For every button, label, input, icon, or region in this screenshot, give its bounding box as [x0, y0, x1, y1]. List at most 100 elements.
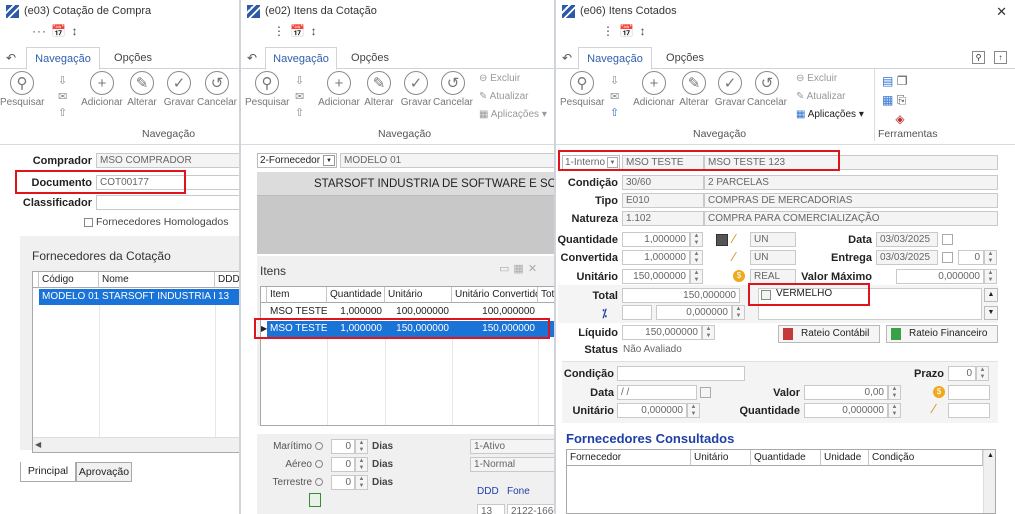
cancelar-button[interactable]: ↺ Cancelar	[195, 71, 239, 108]
excluir-button[interactable]: ⊖ Excluir	[796, 73, 837, 84]
maritimo-days[interactable]: 0	[331, 439, 355, 454]
delete-icon[interactable]: ✕	[528, 263, 541, 275]
adicionar-button[interactable]: + Adicionar	[317, 71, 361, 108]
condicao-desc-field[interactable]: 2 PARCELAS	[704, 175, 998, 190]
col-total[interactable]: Tota	[538, 287, 554, 303]
adicionar-button[interactable]: + Adicionar	[80, 71, 124, 108]
rateio-financeiro-button[interactable]: Rateio Financeiro	[886, 325, 998, 343]
tab-opcoes[interactable]: Opções	[100, 47, 166, 69]
grid-tool-icon[interactable]: ▤	[882, 74, 893, 88]
valor-field[interactable]: 0,00	[804, 385, 888, 400]
col-unitario-convertido[interactable]: Unitário Convertido	[452, 287, 538, 303]
col-condicao[interactable]: Condição	[869, 450, 983, 466]
valor-maximo-field[interactable]: 0,000000	[896, 269, 984, 284]
spinner-icon[interactable]: ▲ ▼	[690, 269, 703, 284]
spinner-icon[interactable]: ▲ ▼	[732, 305, 745, 320]
terrestre-days[interactable]: 0	[331, 475, 355, 490]
unitario-field[interactable]: 150,000000	[622, 269, 690, 284]
paste-icon[interactable]: ⎘	[897, 93, 907, 107]
quantidade-lower-field[interactable]: 0,000000	[804, 403, 888, 418]
unidade-lower-field[interactable]	[948, 403, 990, 418]
mail-icon[interactable]: ✉	[58, 89, 67, 105]
mail-icon[interactable]: ✉	[295, 89, 304, 105]
cancelar-button[interactable]: ↺ Cancelar	[745, 71, 789, 108]
adicionar-button[interactable]: + Adicionar	[632, 71, 676, 108]
aereo-option[interactable]: Aéreo	[261, 459, 323, 470]
spinner-icon[interactable]: ▲ ▼	[984, 269, 997, 284]
calendar-icon[interactable]	[700, 387, 711, 398]
quick-access-toolbar[interactable]: ··· 📅 ↕	[32, 24, 79, 42]
classificador-field[interactable]	[96, 195, 239, 210]
ddd-field[interactable]: 13	[477, 504, 505, 514]
col-codigo[interactable]: Código	[39, 272, 99, 288]
col-fornecedor[interactable]: Fornecedor	[567, 450, 691, 466]
percent-type-field[interactable]	[622, 305, 652, 320]
tab-principal[interactable]: Principal	[20, 462, 76, 482]
upload-icon[interactable]: ⇧	[610, 105, 619, 121]
liquido-field[interactable]: 150,000000	[622, 325, 702, 340]
status-field[interactable]: 1-Ativo	[470, 439, 554, 454]
fornecedor-field[interactable]: MODELO 01	[340, 153, 554, 168]
list-icon[interactable]: ▦	[882, 93, 893, 107]
tab-opcoes[interactable]: Opções	[652, 47, 718, 69]
download-icon[interactable]: ⇩	[295, 73, 304, 89]
tab-navegacao[interactable]: Navegação	[265, 47, 337, 70]
tab-opcoes[interactable]: Opções	[337, 47, 403, 69]
spinner-icon[interactable]: ▲ ▼	[355, 457, 368, 472]
atualizar-button[interactable]: ✎ Atualizar	[479, 91, 529, 102]
spinner-icon[interactable]: ▲ ▼	[888, 385, 901, 400]
natureza-code-field[interactable]: 1.102	[622, 211, 704, 226]
calendar-icon[interactable]	[942, 252, 953, 263]
coin-icon[interactable]: $	[933, 386, 945, 398]
tab-navegacao[interactable]: Navegação	[578, 47, 652, 70]
quantidade-unidade-field[interactable]: UN	[750, 232, 796, 247]
convertida-unidade-field[interactable]: UN	[750, 250, 796, 265]
aereo-days[interactable]: 0	[331, 457, 355, 472]
col-quantidade[interactable]: Quantidade	[751, 450, 821, 466]
undo-icon[interactable]: ↶	[6, 51, 16, 65]
itens-grid[interactable]: Item Quantidade Unitário Unitário Conver…	[260, 286, 554, 426]
condicao-code-field[interactable]: 30/60	[622, 175, 704, 190]
fornecedor-combo[interactable]: 2-Fornecedor ▼	[257, 153, 337, 168]
tab-aprovacao[interactable]: Aprovação	[76, 462, 132, 482]
tipo-field[interactable]: 1-Normal	[470, 457, 554, 472]
scroll-down-icon[interactable]: ▼	[984, 306, 998, 320]
spinner-icon[interactable]: ▲ ▼	[702, 325, 715, 340]
atualizar-button[interactable]: ✎ Atualizar	[796, 91, 846, 102]
color-swatch-icon[interactable]	[716, 234, 728, 246]
maritimo-option[interactable]: Marítimo	[261, 441, 323, 452]
quantidade-field[interactable]: 1,000000	[622, 232, 690, 247]
spinner-icon[interactable]: ▲ ▼	[984, 250, 997, 265]
spinner-icon[interactable]: ▲ ▼	[355, 475, 368, 490]
undo-icon[interactable]: ↶	[247, 51, 257, 65]
pesquisar-button[interactable]: ⚲ Pesquisar	[0, 71, 44, 108]
spinner-icon[interactable]: ▲ ▼	[690, 232, 703, 247]
grid-toolbar[interactable]: ▭▦✕	[499, 262, 541, 275]
pencil-icon[interactable]: ⁄	[733, 231, 735, 246]
shapes-icon[interactable]: ◈	[895, 112, 904, 126]
spinner-icon[interactable]: ▲ ▼	[976, 366, 989, 381]
convertida-field[interactable]: 1,000000	[622, 250, 690, 265]
natureza-desc-field[interactable]: COMPRA PARA COMERCIALIZAÇÃO	[704, 211, 998, 226]
undo-icon[interactable]: ↶	[562, 51, 572, 65]
download-icon[interactable]: ⇩	[610, 73, 619, 89]
spinner-icon[interactable]: ▲ ▼	[355, 439, 368, 454]
search-small-icon[interactable]: ⚲	[972, 51, 985, 64]
calendar-icon[interactable]	[942, 234, 953, 245]
rateio-contabil-button[interactable]: Rateio Contábil	[778, 325, 880, 343]
terrestre-option[interactable]: Terrestre	[261, 477, 323, 488]
spinner-icon[interactable]: ▲ ▼	[690, 250, 703, 265]
pesquisar-button[interactable]: ⚲ Pesquisar	[245, 71, 289, 108]
coin-icon[interactable]: $	[733, 270, 745, 282]
col-unidade[interactable]: Unidade	[821, 450, 869, 466]
upload-icon[interactable]: ⇧	[58, 105, 67, 121]
tipo-desc-field[interactable]: COMPRAS DE MERCADORIAS	[704, 193, 998, 208]
comprador-field[interactable]: MSO COMPRADOR	[96, 153, 239, 168]
condicao-lower-field[interactable]	[617, 366, 745, 381]
col-nome[interactable]: Nome	[99, 272, 215, 288]
vertical-scrollbar[interactable]: ▲	[983, 450, 995, 513]
table-icon[interactable]: ▦	[513, 263, 527, 275]
col-ddd[interactable]: DDD	[215, 272, 239, 288]
col-item[interactable]: Item	[267, 287, 327, 303]
percent-field[interactable]: 0,000000	[656, 305, 732, 320]
